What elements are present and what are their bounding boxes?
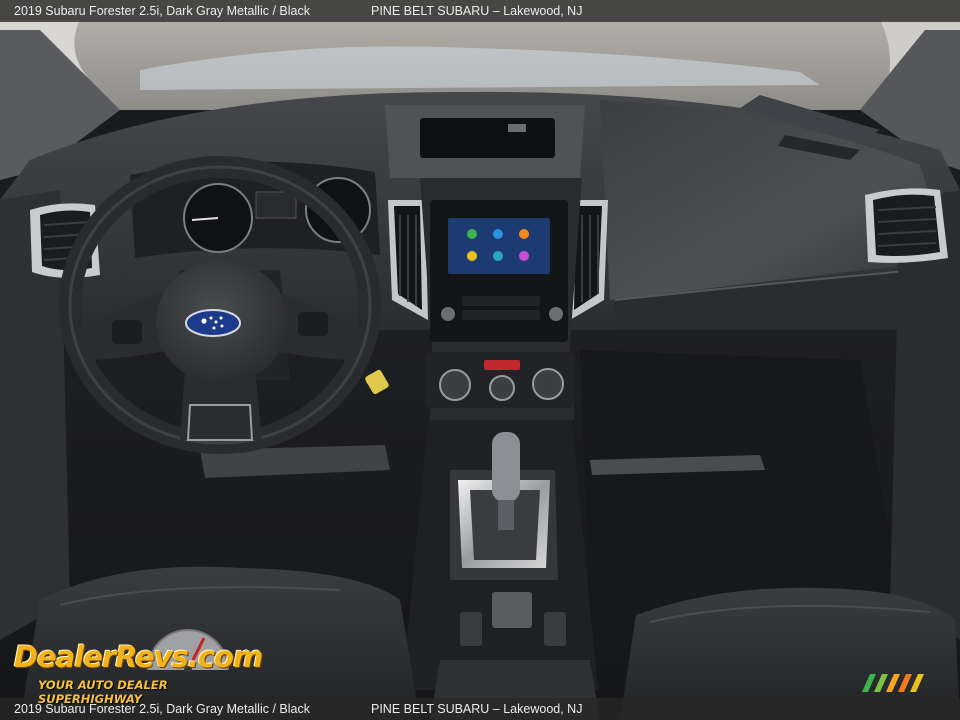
caption-dealer-info: PINE BELT SUBARULakewood, NJ: [371, 0, 582, 22]
vehicle-name: 2019 Subaru Forester 2.5i: [14, 4, 160, 18]
dealerrevs-watermark: DealerRevs.com YOUR AUTO DEALER SUPERHIG…: [10, 624, 270, 706]
color-stripes-logo: [862, 674, 924, 692]
watermark-tagline: YOUR AUTO DEALER SUPERHIGHWAY: [38, 678, 168, 706]
exterior-color: Dark Gray Metallic: [159, 4, 269, 18]
caption-vehicle-info: 2019 Subaru Forester 2.5iDark Gray Metal…: [14, 0, 310, 22]
dealer-name: PINE BELT SUBARU: [371, 4, 490, 18]
dealer-name-bottom: PINE BELT SUBARU: [371, 702, 490, 716]
interior-photo: [0, 0, 960, 720]
dealer-location: Lakewood, NJ: [489, 4, 582, 18]
caption-dealer-info-bottom: PINE BELT SUBARULakewood, NJ: [371, 698, 582, 720]
caption-bar-top: 2019 Subaru Forester 2.5iDark Gray Metal…: [0, 0, 960, 22]
watermark-brand: DealerRevs.com: [14, 640, 263, 674]
interior-color: Black: [269, 4, 310, 18]
interior-color-bottom: Black: [269, 702, 310, 716]
dealer-location-bottom: Lakewood, NJ: [489, 702, 582, 716]
